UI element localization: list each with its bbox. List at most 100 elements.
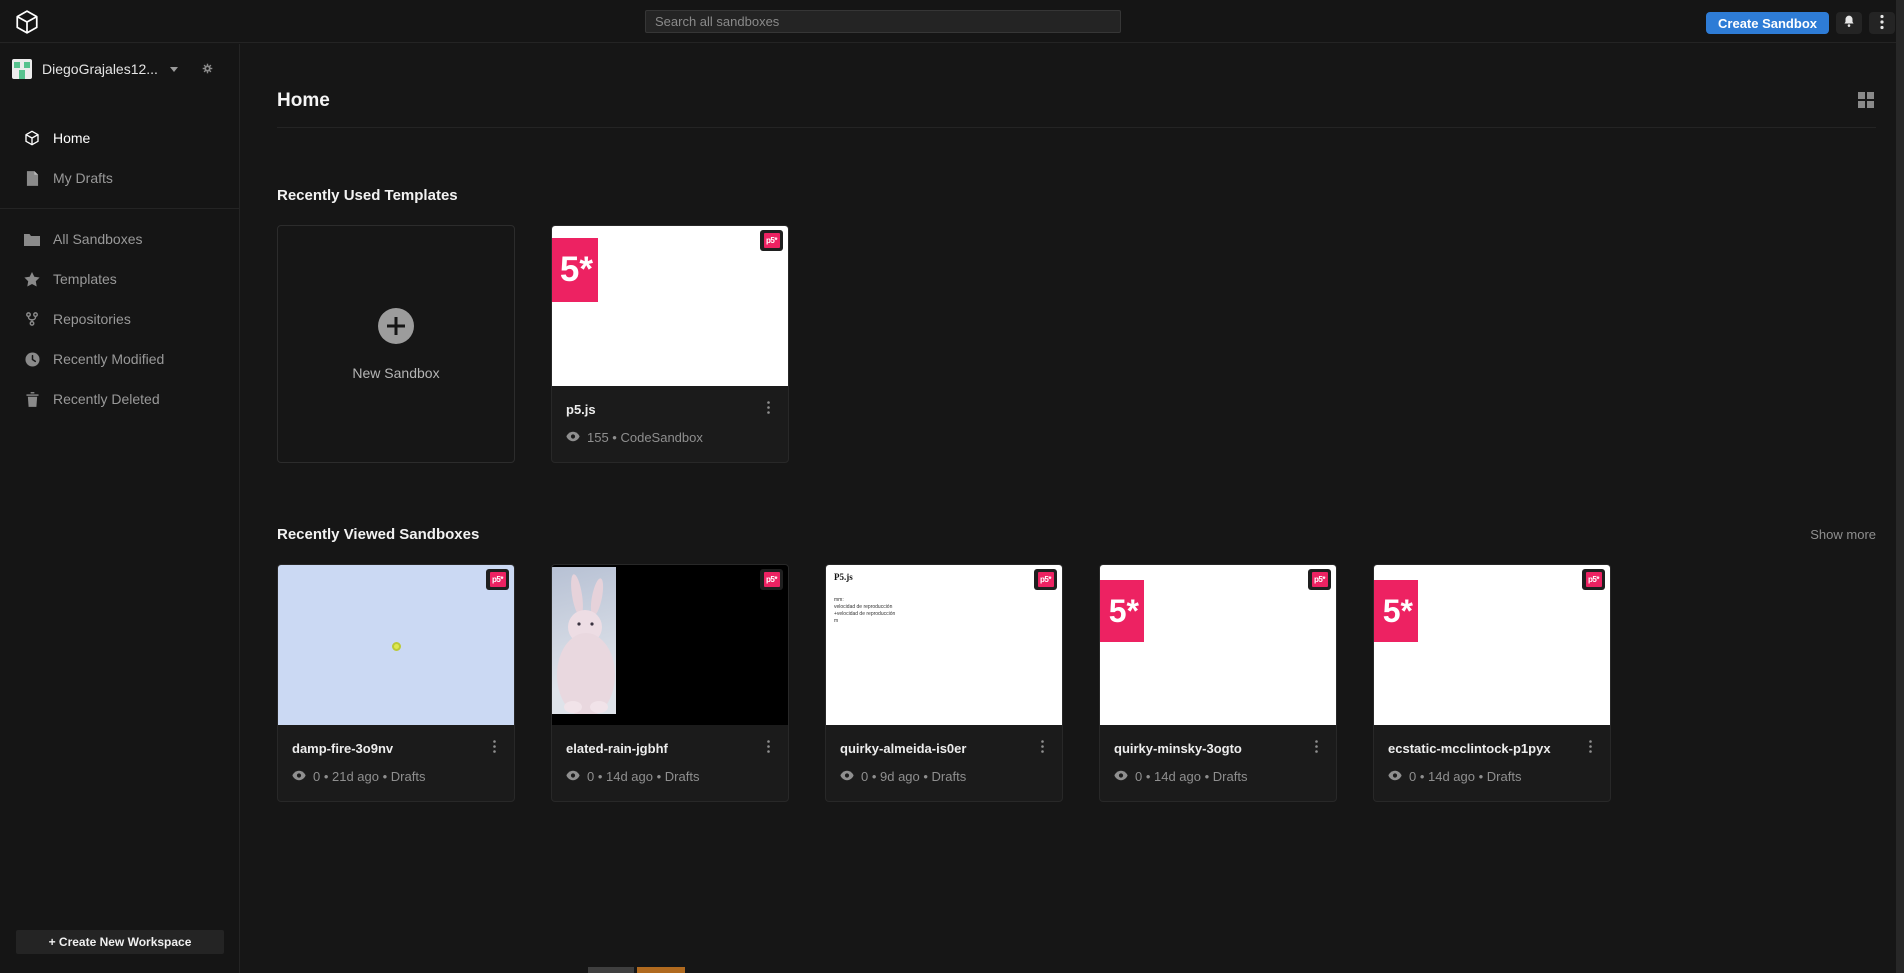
plus-circle-icon (377, 307, 415, 350)
cube-icon (24, 130, 40, 146)
video-frame (552, 567, 616, 714)
scrollbar-track[interactable] (1896, 0, 1904, 973)
card-menu-button[interactable] (1585, 738, 1596, 758)
sidebar-item-repositories[interactable]: Repositories (0, 299, 239, 339)
sandbox-card[interactable]: 5* p5* quirky-minsky-3ogto (1099, 564, 1337, 802)
card-menu-button[interactable] (1311, 738, 1322, 758)
eye-icon (840, 769, 854, 784)
recently-used-templates-heading: Recently Used Templates (277, 187, 1876, 204)
new-sandbox-label: New Sandbox (352, 365, 439, 381)
sandbox-thumbnail: p5* (552, 565, 788, 725)
create-sandbox-button[interactable]: Create Sandbox (1706, 12, 1829, 34)
eye-icon (1388, 769, 1402, 784)
sidebar-item-label: My Drafts (53, 170, 113, 186)
sandbox-card[interactable]: p5* elated-rain-jgbhf (551, 564, 789, 802)
card-menu-button[interactable] (1037, 738, 1048, 758)
p5-template-badge-icon: p5* (1308, 569, 1331, 590)
create-new-workspace-button[interactable]: + Create New Workspace (16, 930, 224, 954)
search-input[interactable] (645, 10, 1121, 33)
sidebar-item-label: Home (53, 130, 90, 146)
sandbox-card[interactable]: 5* p5* ecstatic-mcclintock-p1pyx (1373, 564, 1611, 802)
sandboxes-cards-row: p5* damp-fire-3o9nv (277, 564, 1876, 802)
workspace-name: DiegoGrajales12... (42, 61, 158, 77)
sandbox-thumbnail: p5* (278, 565, 514, 725)
sidebar-item-label: Templates (53, 271, 117, 287)
p5-template-badge-icon: p5* (760, 569, 783, 590)
gear-icon (202, 62, 213, 77)
sandbox-thumbnail: P5.js mm: velocidad de reproducción +vel… (826, 565, 1062, 725)
card-title: p5.js (566, 402, 596, 417)
page-header: Home (277, 89, 1876, 113)
sidebar-item-label: Recently Deleted (53, 391, 160, 407)
main-content: Home Recently Used Templates New Sandbox (241, 44, 1896, 973)
p5-logo: 5* (1100, 580, 1144, 642)
workspace-settings-button[interactable] (202, 62, 213, 77)
topbar-actions: Create Sandbox (1706, 12, 1895, 34)
codesandbox-logo-icon[interactable] (14, 9, 40, 35)
grid-view-icon (1857, 96, 1874, 111)
bell-icon (1842, 14, 1856, 32)
sidebar-item-all-sandboxes[interactable]: All Sandboxes (0, 219, 239, 259)
card-title: damp-fire-3o9nv (292, 741, 393, 756)
card-title: elated-rain-jgbhf (566, 741, 668, 756)
folder-icon (24, 233, 40, 246)
card-meta-text: 0 • 14d ago • Drafts (1409, 769, 1521, 784)
card-menu-button[interactable] (489, 738, 500, 758)
sidebar-item-my-drafts[interactable]: My Drafts (0, 158, 239, 198)
new-sandbox-card[interactable]: New Sandbox (277, 225, 515, 463)
p5-template-badge-icon: p5* (1582, 569, 1605, 590)
sandbox-card[interactable]: P5.js mm: velocidad de reproducción +vel… (825, 564, 1063, 802)
card-meta-text: 0 • 14d ago • Drafts (587, 769, 699, 784)
card-menu-button[interactable] (763, 738, 774, 758)
card-title: ecstatic-mcclintock-p1pyx (1388, 741, 1551, 756)
sidebar-item-recently-modified[interactable]: Recently Modified (0, 339, 239, 379)
thumbnail-document-text: P5.js mm: velocidad de reproducción +vel… (826, 565, 1062, 625)
card-meta-text: 0 • 21d ago • Drafts (313, 769, 425, 784)
eye-icon (566, 430, 580, 445)
header-divider (277, 127, 1876, 128)
p5-template-badge-icon: p5* (760, 230, 783, 251)
page-title: Home (277, 90, 330, 112)
topbar-menu-button[interactable] (1869, 12, 1895, 34)
canvas-dot (392, 642, 401, 651)
sidebar-divider (0, 208, 239, 209)
eye-icon (292, 769, 306, 784)
p5-template-badge-icon: p5* (1034, 569, 1057, 590)
eye-icon (566, 769, 580, 784)
recently-viewed-sandboxes-heading: Recently Viewed Sandboxes (277, 526, 479, 543)
p5-logo: 5* (552, 238, 598, 302)
sidebar-item-home[interactable]: Home (0, 118, 239, 158)
card-meta-text: 155 • CodeSandbox (587, 430, 703, 445)
sidebar-item-label: All Sandboxes (53, 231, 143, 247)
sidebar-item-recently-deleted[interactable]: Recently Deleted (0, 379, 239, 419)
p5-logo: 5* (1374, 580, 1418, 642)
star-icon (24, 272, 40, 287)
template-thumbnail: 5* p5* (552, 226, 788, 386)
card-menu-button[interactable] (763, 399, 774, 419)
workspace-selector[interactable]: DiegoGrajales12... (0, 48, 239, 90)
sidebar-item-label: Repositories (53, 311, 131, 327)
grid-view-button[interactable] (1855, 89, 1876, 113)
template-card-p5js[interactable]: 5* p5* p5.js (551, 225, 789, 463)
sandboxes-section-header: Recently Viewed Sandboxes Show more (277, 526, 1876, 543)
sandbox-thumbnail: 5* p5* (1100, 565, 1336, 725)
sidebar-item-label: Recently Modified (53, 351, 164, 367)
card-meta-text: 0 • 9d ago • Drafts (861, 769, 966, 784)
p5-template-badge-icon: p5* (486, 569, 509, 590)
show-more-link[interactable]: Show more (1810, 527, 1876, 542)
card-footer: damp-fire-3o9nv 0 • 21d ago • D (278, 725, 514, 802)
sandbox-thumbnail: 5* p5* (1374, 565, 1610, 725)
bottom-edge-orange-bar (637, 967, 685, 973)
card-meta-text: 0 • 14d ago • Drafts (1135, 769, 1247, 784)
kebab-menu-icon (1880, 14, 1884, 33)
file-icon (24, 171, 40, 186)
sidebar-item-templates[interactable]: Templates (0, 259, 239, 299)
trash-icon (24, 392, 40, 407)
sandbox-card[interactable]: p5* damp-fire-3o9nv (277, 564, 515, 802)
card-title: quirky-minsky-3ogto (1114, 741, 1242, 756)
bottom-edge-gray-bar (588, 967, 634, 973)
notifications-button[interactable] (1836, 12, 1862, 34)
sidebar-nav-secondary: All Sandboxes Templates Repositories (0, 219, 239, 419)
card-title: quirky-almeida-is0er (840, 741, 966, 756)
chevron-down-icon (170, 67, 178, 72)
